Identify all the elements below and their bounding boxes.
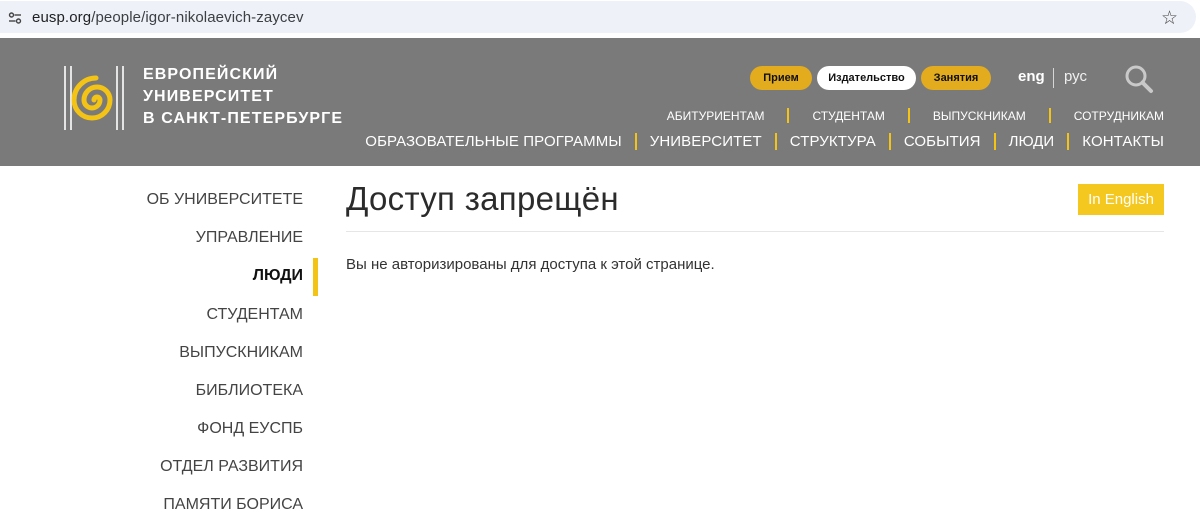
nav-separator <box>888 133 891 150</box>
page-title: Доступ запрещён <box>346 180 619 217</box>
audience-nav: АБИТУРИЕНТАМ СТУДЕНТАМ ВЫПУСКНИКАМ СОТРУ… <box>667 108 1164 123</box>
university-name[interactable]: Европейский университет в Санкт-Петербур… <box>143 64 343 130</box>
admission-button[interactable]: Прием <box>750 66 812 90</box>
sidebar-item-library[interactable]: Библиотека <box>196 382 303 400</box>
logo-line-2: университет <box>143 88 274 105</box>
subnav-applicants[interactable]: АБИТУРИЕНТАМ <box>667 109 765 123</box>
url-text[interactable]: eusp.org/people/igor-nikolaevich-zaycev <box>32 9 304 26</box>
omnibox[interactable]: eusp.org/people/igor-nikolaevich-zaycev … <box>0 1 1196 33</box>
nav-separator <box>787 108 790 123</box>
lang-english-link[interactable]: eng <box>1018 68 1045 85</box>
sidebar-item-about[interactable]: Об университете <box>147 191 303 209</box>
subnav-alumni[interactable]: ВЫПУСКНИКАМ <box>933 109 1026 123</box>
nav-separator <box>1067 133 1070 150</box>
nav-separator <box>907 108 910 123</box>
sidebar-item-fund[interactable]: Фонд ЕУСПб <box>197 420 303 438</box>
sidebar-item-alumni[interactable]: Выпускникам <box>179 344 303 362</box>
search-icon[interactable] <box>1124 64 1154 94</box>
sidebar-item-people[interactable]: Люди <box>253 267 303 285</box>
nav-contacts[interactable]: КОНТАКТЫ <box>1082 133 1164 150</box>
lang-russian-link[interactable]: рус <box>1064 68 1087 85</box>
sidebar-item-development[interactable]: Отдел развития <box>160 458 303 476</box>
nav-university[interactable]: УНИВЕРСИТЕТ <box>650 133 762 150</box>
sidebar-item-students[interactable]: Студентам <box>206 306 303 324</box>
active-indicator <box>313 258 318 296</box>
in-english-button[interactable]: In English <box>1078 184 1164 215</box>
sidebar-item-memory[interactable]: Памяти Бориса <box>163 496 303 514</box>
lang-divider <box>1053 68 1054 88</box>
subnav-students[interactable]: СТУДЕНТАМ <box>812 109 884 123</box>
site-header: Европейский университет в Санкт-Петербур… <box>0 38 1200 166</box>
university-logo-icon[interactable] <box>62 66 126 132</box>
classes-button[interactable]: Занятия <box>921 66 991 90</box>
nav-separator <box>1048 108 1051 123</box>
nav-structure[interactable]: СТРУКТУРА <box>790 133 876 150</box>
browser-address-bar: eusp.org/people/igor-nikolaevich-zaycev … <box>0 0 1200 36</box>
url-path: /people/igor-nikolaevich-zaycev <box>91 9 304 26</box>
nav-separator <box>993 133 996 150</box>
subnav-staff[interactable]: СОТРУДНИКАМ <box>1074 109 1164 123</box>
site-settings-icon[interactable] <box>8 11 22 25</box>
title-divider <box>346 231 1164 232</box>
sidebar-item-management[interactable]: Управление <box>196 229 303 247</box>
publishing-button[interactable]: Издательство <box>817 66 916 90</box>
bookmark-star-icon[interactable]: ☆ <box>1161 7 1178 30</box>
main-nav: ОБРАЗОВАТЕЛЬНЫЕ ПРОГРАММЫ УНИВЕРСИТЕТ СТ… <box>365 133 1164 150</box>
nav-people[interactable]: ЛЮДИ <box>1009 133 1055 150</box>
logo-line-3: в Санкт-Петербурге <box>143 110 344 127</box>
access-denied-message: Вы не авторизированы для доступа к этой … <box>346 256 715 273</box>
logo-line-1: Европейский <box>143 66 279 83</box>
nav-events[interactable]: СОБЫТИЯ <box>904 133 981 150</box>
nav-programs[interactable]: ОБРАЗОВАТЕЛЬНЫЕ ПРОГРАММЫ <box>365 133 621 150</box>
url-host: eusp.org <box>32 9 92 26</box>
nav-separator <box>774 133 777 150</box>
nav-separator <box>634 133 637 150</box>
